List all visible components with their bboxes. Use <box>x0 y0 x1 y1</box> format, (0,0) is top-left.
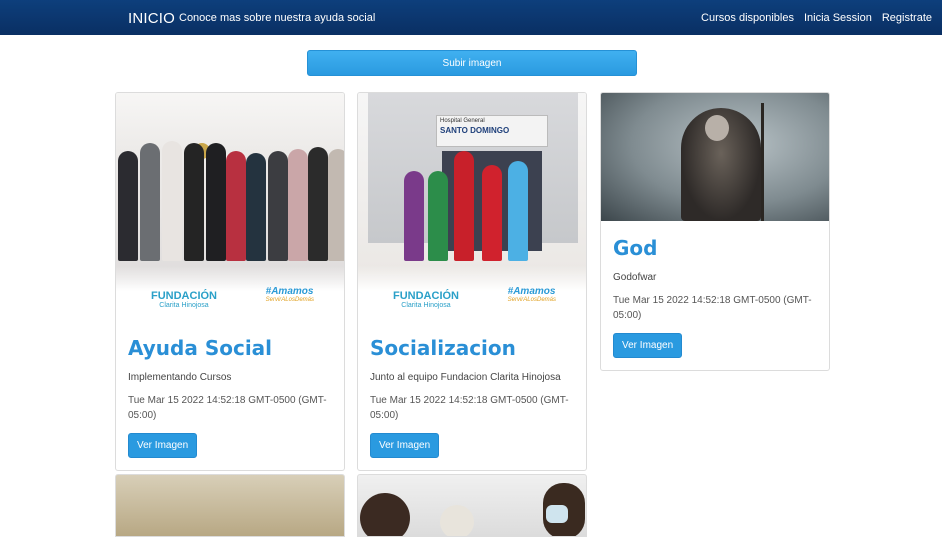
hashtag-logo: #Amamos ServirALosDemás <box>265 286 314 303</box>
card-subtitle: Implementando Cursos <box>128 372 232 383</box>
brand-link[interactable]: INICIO <box>128 10 175 27</box>
nav-right: Cursos disponibles Inicia Session Regist… <box>701 12 942 24</box>
upload-image-button[interactable]: Subir imagen <box>307 50 637 76</box>
card-date: Tue Mar 15 2022 14:52:18 GMT-0500 (GMT-0… <box>370 395 569 421</box>
card-title: Ayuda Social <box>128 336 273 360</box>
card-socializacion: Hospital General SANTO DOMINGO FUNDACIÓN… <box>357 92 587 471</box>
card-image-group-photo: FUNDACIÓN Clarita Hinojosa #Amamos ServirA… <box>116 93 344 321</box>
card-ayuda-social: FUNDACIÓN Clarita Hinojosa #Amamos ServirA… <box>115 92 345 471</box>
card-date: Tue Mar 15 2022 14:52:18 GMT-0500 (GMT-0… <box>128 395 327 421</box>
card-subtitle: Godofwar <box>613 272 657 283</box>
card-date: Tue Mar 15 2022 14:52:18 GMT-0500 (GMT-0… <box>613 295 812 321</box>
card-image-god-of-war <box>601 93 829 221</box>
card-subtitle: Junto al equipo Fundacion Clarita Hinojo… <box>370 372 561 383</box>
nav-register-link[interactable]: Registrate <box>882 12 932 24</box>
foundation-logo-strip: FUNDACIÓN Clarita Hinojosa #Amamos ServirA… <box>116 266 344 321</box>
foundation-logo: FUNDACIÓN Clarita Hinojosa <box>151 290 217 309</box>
card-image-partial <box>115 474 345 537</box>
foundation-logo-strip: FUNDACIÓN Clarita Hinojosa #Amamos ServirA… <box>358 266 586 321</box>
view-image-button[interactable]: Ver Imagen <box>613 333 683 358</box>
foundation-logo: FUNDACIÓN Clarita Hinojosa <box>393 290 459 309</box>
navbar: INICIO Conoce mas sobre nuestra ayuda so… <box>0 0 942 35</box>
nav-courses-link[interactable]: Cursos disponibles <box>701 12 794 24</box>
card-god: God Godofwar Tue Mar 15 2022 14:52:18 GM… <box>600 92 830 371</box>
view-image-button[interactable]: Ver Imagen <box>370 433 440 458</box>
card-image-partial <box>357 474 587 537</box>
card-title: Socializacion <box>370 336 516 360</box>
card-title: God <box>613 236 658 260</box>
hospital-sign: Hospital General SANTO DOMINGO <box>436 115 548 147</box>
hashtag-logo: #Amamos ServirALosDemás <box>507 286 556 303</box>
nav-login-link[interactable]: Inicia Session <box>804 12 872 24</box>
view-image-button[interactable]: Ver Imagen <box>128 433 198 458</box>
card-image-hospital-photo: Hospital General SANTO DOMINGO FUNDACIÓN… <box>358 93 586 321</box>
about-link[interactable]: Conoce mas sobre nuestra ayuda social <box>179 12 375 24</box>
